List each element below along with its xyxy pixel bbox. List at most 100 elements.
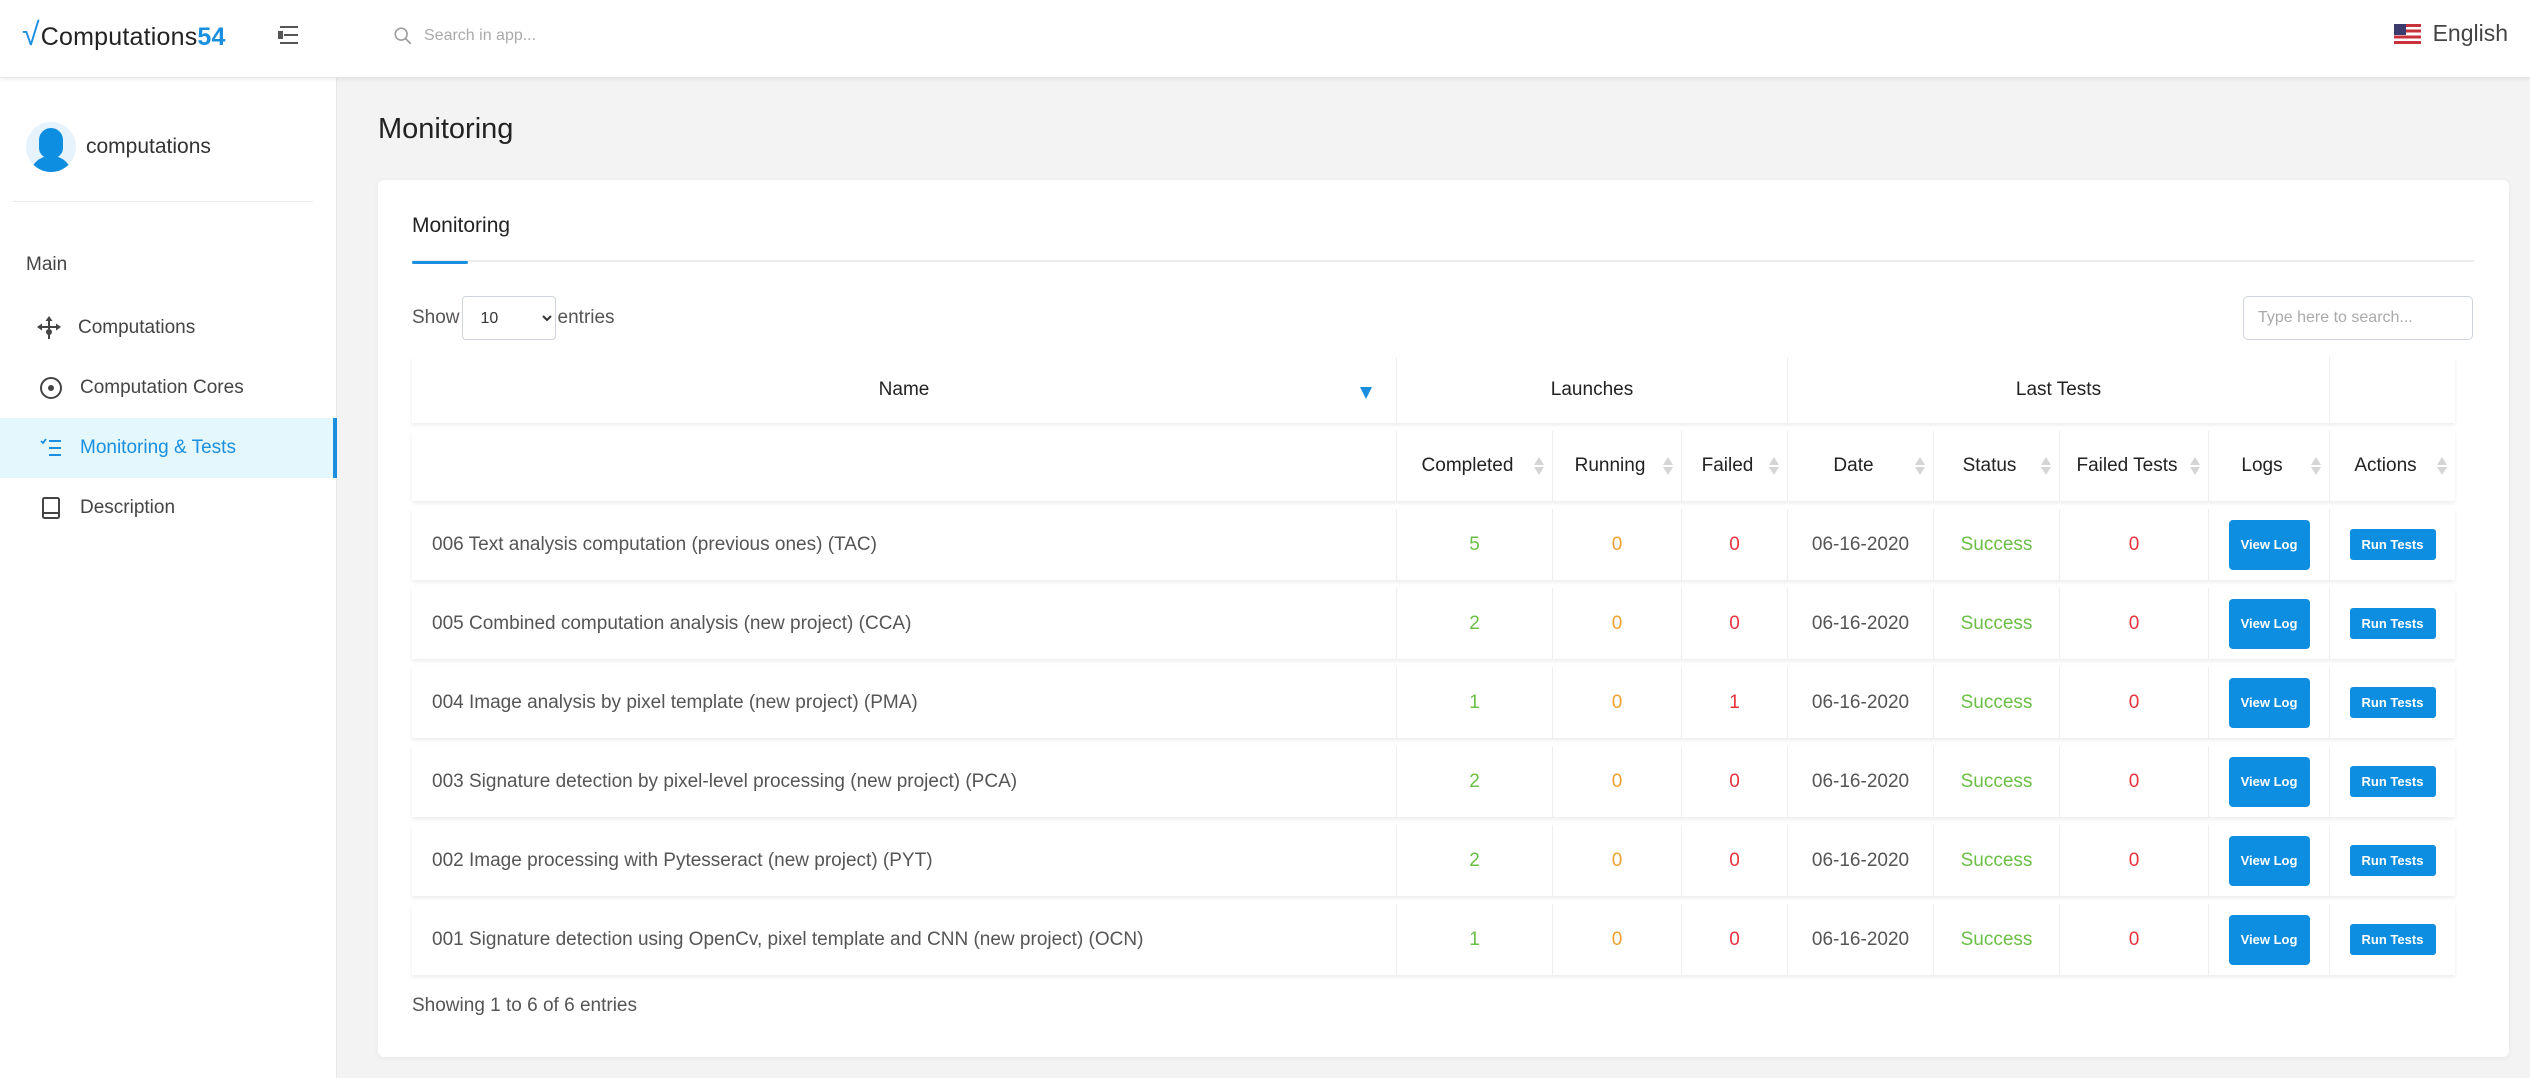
run-tests-button[interactable]: Run Tests — [2349, 924, 2436, 955]
cell-logs: View Log — [2209, 509, 2330, 580]
group-header-launches: Launches — [1397, 357, 1788, 423]
cell-name: 004 Image analysis by pixel template (ne… — [412, 667, 1397, 738]
cell-date: 06-16-2020 — [1788, 667, 1934, 738]
cell-running: 0 — [1553, 588, 1682, 659]
table-row: 004 Image analysis by pixel template (ne… — [412, 667, 2455, 738]
view-log-button[interactable]: View Log — [2228, 835, 2310, 886]
entries-label: entries — [557, 307, 615, 328]
sort-descending-icon — [1360, 387, 1372, 399]
cell-name: 005 Combined computation analysis (new p… — [412, 588, 1397, 659]
tab-monitoring[interactable]: Monitoring — [412, 212, 510, 264]
cell-running: 0 — [1553, 904, 1682, 975]
user-profile[interactable]: computations — [26, 122, 211, 172]
run-tests-button[interactable]: Run Tests — [2349, 687, 2436, 718]
column-header-name[interactable]: Name — [412, 357, 1397, 423]
sidebar-item-label: Description — [80, 497, 176, 518]
view-log-button[interactable]: View Log — [2228, 756, 2310, 807]
sort-icon — [2041, 456, 2051, 476]
cell-completed: 2 — [1397, 588, 1553, 659]
view-log-button[interactable]: View Log — [2228, 598, 2310, 649]
monitoring-table: Name Launches Last Tests Completed Runni… — [412, 357, 2455, 983]
run-tests-button[interactable]: Run Tests — [2349, 608, 2436, 639]
cell-failed-tests: 0 — [2060, 509, 2209, 580]
run-tests-button[interactable]: Run Tests — [2349, 529, 2436, 560]
sort-icon — [1663, 456, 1673, 476]
cell-name: 003 Signature detection by pixel-level p… — [412, 746, 1397, 817]
page-length-select[interactable]: 10 — [461, 296, 556, 340]
column-header-actions[interactable]: Actions — [2330, 431, 2455, 501]
table-row: 003 Signature detection by pixel-level p… — [412, 746, 2455, 817]
cell-failed-tests: 0 — [2060, 904, 2209, 975]
language-label: English — [2432, 20, 2508, 46]
cell-completed: 2 — [1397, 825, 1553, 896]
column-header-failed-tests[interactable]: Failed Tests — [2060, 431, 2209, 501]
column-header-completed[interactable]: Completed — [1397, 431, 1553, 501]
group-header-empty — [2330, 357, 2455, 423]
column-header-logs[interactable]: Logs — [2209, 431, 2330, 501]
page-length-control: Show 10 entries — [412, 296, 615, 340]
sidebar-item-monitoring-tests[interactable]: Monitoring & Tests — [0, 418, 337, 478]
cell-logs: View Log — [2209, 904, 2330, 975]
cell-completed: 5 — [1397, 509, 1553, 580]
sidebar-item-description[interactable]: Description — [0, 478, 337, 538]
column-header-failed[interactable]: Failed — [1682, 431, 1788, 501]
view-log-button[interactable]: View Log — [2228, 519, 2310, 570]
cell-failed: 1 — [1682, 667, 1788, 738]
sort-icon — [2437, 456, 2447, 476]
cell-date: 06-16-2020 — [1788, 588, 1934, 659]
book-icon — [38, 495, 64, 521]
cell-status: Success — [1934, 825, 2060, 896]
cell-actions: Run Tests — [2330, 904, 2455, 975]
cell-failed: 0 — [1682, 825, 1788, 896]
logo-sqrt-mark: √ — [22, 16, 40, 52]
target-circle-icon — [38, 375, 64, 401]
view-log-button[interactable]: View Log — [2228, 914, 2310, 965]
cell-logs: View Log — [2209, 825, 2330, 896]
sidebar-item-label: Monitoring & Tests — [80, 437, 236, 458]
network-arrows-icon — [36, 315, 62, 341]
run-tests-button[interactable]: Run Tests — [2349, 845, 2436, 876]
sort-icon — [1915, 456, 1925, 476]
cell-actions: Run Tests — [2330, 825, 2455, 896]
cell-failed: 0 — [1682, 904, 1788, 975]
cell-name: 006 Text analysis computation (previous … — [412, 509, 1397, 580]
language-selector[interactable]: English — [2393, 20, 2508, 47]
cell-running: 0 — [1553, 509, 1682, 580]
sidebar-item-computations[interactable]: Computations — [0, 298, 337, 358]
table-body: 006 Text analysis computation (previous … — [412, 509, 2455, 975]
cell-status: Success — [1934, 588, 2060, 659]
view-log-button[interactable]: View Log — [2228, 677, 2310, 728]
logo-number: 54 — [197, 23, 226, 51]
cell-logs: View Log — [2209, 746, 2330, 817]
top-navbar: √ Computations 54 English — [0, 0, 2530, 78]
cell-actions: Run Tests — [2330, 667, 2455, 738]
tab-bar: Monitoring — [412, 212, 2474, 264]
column-header-running[interactable]: Running — [1553, 431, 1682, 501]
cell-logs: View Log — [2209, 588, 2330, 659]
menu-collapse-icon[interactable] — [276, 23, 300, 47]
sidebar-item-computation-cores[interactable]: Computation Cores — [0, 358, 337, 418]
page-title: Monitoring — [378, 113, 514, 145]
cell-logs: View Log — [2209, 667, 2330, 738]
table-group-header: Name Launches Last Tests — [412, 357, 2455, 423]
us-flag-icon — [2393, 23, 2421, 44]
cell-status: Success — [1934, 667, 2060, 738]
column-header-date[interactable]: Date — [1788, 431, 1934, 501]
user-name: computations — [86, 135, 211, 158]
app-search — [392, 18, 712, 54]
column-header-status[interactable]: Status — [1934, 431, 2060, 501]
avatar — [26, 122, 76, 172]
cell-running: 0 — [1553, 667, 1682, 738]
checklist-icon — [38, 435, 64, 461]
sort-icon — [1769, 456, 1779, 476]
table-search-input[interactable] — [2243, 296, 2473, 340]
cell-date: 06-16-2020 — [1788, 509, 1934, 580]
table-row: 001 Signature detection using OpenCv, pi… — [412, 904, 2455, 975]
show-label: Show — [412, 307, 460, 328]
app-search-input[interactable] — [424, 27, 694, 45]
cell-date: 06-16-2020 — [1788, 746, 1934, 817]
cell-actions: Run Tests — [2330, 746, 2455, 817]
search-icon — [394, 27, 412, 45]
app-logo[interactable]: √ Computations 54 — [22, 16, 226, 56]
run-tests-button[interactable]: Run Tests — [2349, 766, 2436, 797]
